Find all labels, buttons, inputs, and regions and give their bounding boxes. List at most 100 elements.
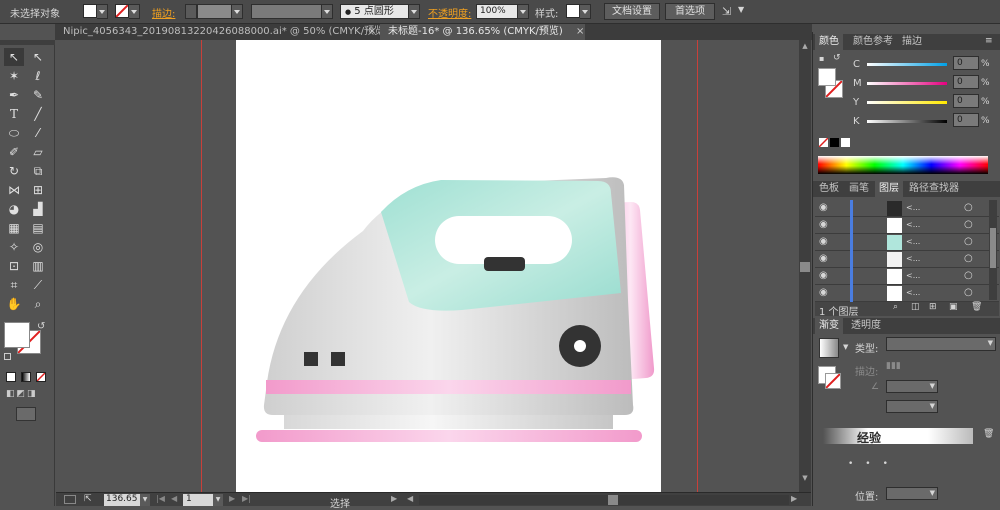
stroke-swatch[interactable]	[115, 4, 129, 18]
chevron-down-icon[interactable]: ▼	[843, 343, 848, 351]
preferences-button[interactable]: 首选项	[665, 3, 715, 20]
layer-row[interactable]: ◉ <... ○	[815, 217, 999, 234]
tab-brushes[interactable]: 画笔	[845, 181, 873, 197]
scroll-down-icon[interactable]: ▼	[800, 474, 810, 482]
document-setup-button[interactable]: 文档设置	[604, 3, 660, 20]
magic-wand-tool-icon[interactable]: ✶	[4, 67, 24, 85]
close-icon[interactable]: ×	[368, 24, 376, 40]
stroke-gradient-icon[interactable]: ▮▮▮	[886, 361, 901, 371]
next-page-icon[interactable]: ▶	[229, 494, 235, 503]
tab-color-guide[interactable]: 颜色参考	[849, 34, 897, 50]
layer-row[interactable]: ◉ <... ○	[815, 268, 999, 285]
target-icon[interactable]: ○	[964, 270, 973, 281]
layer-row[interactable]: ◉ <... ○	[815, 285, 999, 302]
stroke-label-link[interactable]: 描边:	[152, 5, 175, 20]
stroke-color-box[interactable]	[825, 373, 841, 389]
gradient-stop-markers[interactable]: •••	[848, 459, 900, 469]
first-page-icon[interactable]: |◀	[156, 494, 165, 503]
gradient-preview[interactable]	[819, 338, 839, 358]
prev-page-icon[interactable]: ◀	[171, 494, 177, 503]
fill-color-box[interactable]	[4, 322, 30, 348]
none-mode-icon[interactable]	[36, 372, 46, 382]
eraser-tool-icon[interactable]: ▱	[28, 143, 48, 161]
target-icon[interactable]: ○	[964, 202, 973, 213]
shape-builder-tool-icon[interactable]: ◕	[4, 200, 24, 218]
style-dropdown[interactable]	[579, 4, 591, 19]
zoom-dropdown[interactable]: ▼	[140, 494, 150, 506]
tab-document-2[interactable]: 未标题-16* @ 136.65% (CMYK/预览) ×	[380, 24, 585, 40]
selection-tool-icon[interactable]: ↖	[4, 48, 24, 66]
artboard-nav-icon[interactable]	[64, 495, 76, 504]
scroll-up-icon[interactable]: ▲	[800, 42, 810, 50]
black-swatch[interactable]	[830, 138, 839, 147]
gradient-slider[interactable]	[823, 428, 973, 444]
page-field[interactable]: 1	[183, 494, 213, 506]
fill-swatch[interactable]	[83, 4, 97, 18]
scroll-left-icon[interactable]: ◀	[407, 494, 413, 503]
tab-layers[interactable]: 图层	[875, 181, 903, 197]
target-icon[interactable]: ○	[964, 253, 973, 264]
tab-swatches[interactable]: 色板	[815, 181, 843, 197]
vertical-scrollbar[interactable]: ▲ ▼	[799, 40, 811, 492]
eyedropper-tool-icon[interactable]: ✧	[4, 238, 24, 256]
artboard-tool-icon[interactable]: ⌗	[4, 276, 24, 294]
stroke-weight-field[interactable]	[197, 4, 243, 19]
channel-y-slider[interactable]	[867, 101, 947, 104]
type-tool-icon[interactable]: T	[4, 105, 24, 123]
aspect-field[interactable]: ▼	[886, 400, 938, 413]
swap-icon[interactable]: ↺	[833, 53, 841, 63]
channel-c-field[interactable]: 0	[953, 56, 979, 70]
fill-dropdown[interactable]	[96, 4, 108, 19]
menu-chevron-icon[interactable]: ▼	[738, 5, 744, 14]
trash-icon[interactable]: 🗑	[983, 429, 994, 439]
eye-icon[interactable]: ◉	[819, 270, 828, 281]
ellipse-tool-icon[interactable]: ⬭	[4, 124, 24, 142]
eye-icon[interactable]: ◉	[819, 253, 828, 264]
target-icon[interactable]: ○	[964, 236, 973, 247]
scrollbar-thumb[interactable]	[608, 495, 618, 505]
tab-stroke[interactable]: 描边	[898, 34, 926, 50]
tab-transparency[interactable]: 透明度	[847, 318, 885, 334]
scroll-right-icon[interactable]: ▶	[791, 494, 797, 503]
channel-k-slider[interactable]	[867, 120, 947, 123]
curvature-tool-icon[interactable]: ✎	[28, 86, 48, 104]
free-transform-tool-icon[interactable]: ⊞	[28, 181, 48, 199]
stroke-weight-stepper[interactable]	[185, 4, 197, 19]
eye-icon[interactable]: ◉	[819, 219, 828, 230]
white-swatch[interactable]	[841, 138, 850, 147]
screen-mode-icon[interactable]	[16, 407, 36, 421]
layer-row[interactable]: ◉ <... ○	[815, 200, 999, 217]
line-tool-icon[interactable]: ╱	[28, 105, 48, 123]
page-dropdown[interactable]: ▼	[213, 494, 223, 506]
swap-icon[interactable]: ↺	[37, 321, 45, 332]
opacity-label-link[interactable]: 不透明度:	[428, 5, 471, 20]
channel-y-field[interactable]: 0	[953, 94, 979, 108]
channel-m-slider[interactable]	[867, 82, 947, 85]
scale-tool-icon[interactable]: ⧉	[28, 162, 48, 180]
direct-selection-tool-icon[interactable]: ↖	[28, 48, 48, 66]
rotate-tool-icon[interactable]: ↻	[4, 162, 24, 180]
lasso-tool-icon[interactable]: ℓ	[28, 67, 48, 85]
symbol-sprayer-tool-icon[interactable]: ⊡	[4, 257, 24, 275]
stroke-dropdown[interactable]	[128, 4, 140, 19]
paintbrush-tool-icon[interactable]: ⁄	[28, 124, 48, 142]
fill-color-box[interactable]	[818, 68, 836, 86]
draw-mode-icon[interactable]: ◧◩◨	[6, 389, 46, 401]
layers-scrollbar[interactable]	[989, 200, 997, 300]
last-page-icon[interactable]: ▶|	[242, 494, 251, 503]
gradient-tool-icon[interactable]: ▤	[28, 219, 48, 237]
eye-icon[interactable]: ◉	[819, 202, 828, 213]
target-icon[interactable]: ○	[964, 287, 973, 298]
iron-illustration[interactable]	[236, 40, 661, 492]
width-tool-icon[interactable]: ⋈	[4, 181, 24, 199]
target-icon[interactable]: ○	[964, 219, 973, 230]
export-icon[interactable]: ⇱	[84, 494, 92, 504]
eye-icon[interactable]: ◉	[819, 236, 828, 247]
slice-tool-icon[interactable]: ⟋	[28, 276, 48, 294]
zoom-tool-icon[interactable]: ⌕	[28, 295, 48, 313]
color-mode-icon[interactable]	[6, 372, 16, 382]
hand-tool-icon[interactable]: ✋	[4, 295, 24, 313]
default-colors-icon[interactable]: ▪	[819, 54, 824, 63]
opacity-field[interactable]: 100%	[476, 4, 518, 19]
opacity-dropdown[interactable]	[517, 4, 529, 19]
